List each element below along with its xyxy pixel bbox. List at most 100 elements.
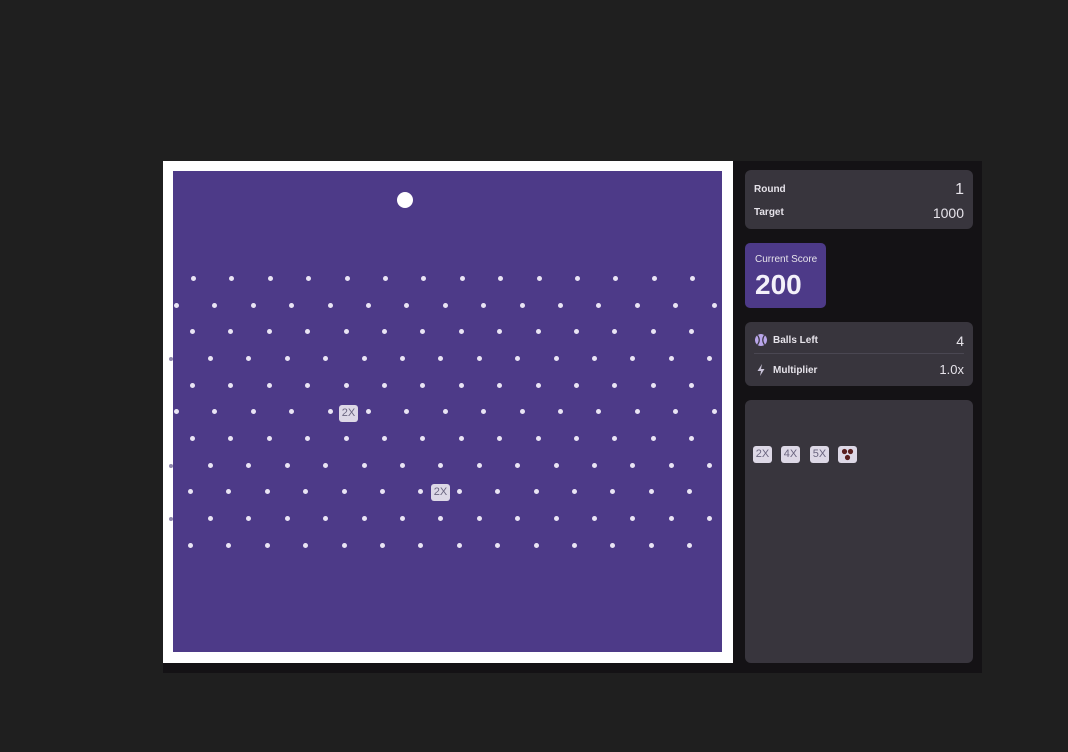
peg	[519, 303, 525, 308]
peg	[459, 276, 465, 281]
peg	[689, 329, 695, 334]
peg	[212, 409, 218, 414]
divider	[754, 353, 964, 354]
peg	[481, 303, 487, 308]
peg	[226, 543, 232, 548]
peg	[246, 356, 252, 361]
peg	[418, 543, 424, 548]
peg	[400, 516, 405, 521]
peg	[305, 436, 311, 441]
peg	[612, 436, 618, 441]
peg	[515, 516, 521, 521]
peg	[497, 436, 503, 441]
peg	[169, 357, 173, 361]
peg	[343, 436, 349, 441]
peg	[327, 409, 333, 414]
peg	[535, 436, 541, 441]
peg	[476, 463, 482, 468]
peg	[361, 463, 367, 468]
current-score-value: 200	[755, 269, 802, 300]
peg	[344, 276, 350, 281]
peg	[574, 436, 579, 441]
item-dice[interactable]	[838, 446, 857, 463]
peg	[250, 409, 256, 414]
peg	[650, 329, 656, 334]
peg	[404, 303, 410, 308]
peg	[366, 409, 371, 414]
peg	[689, 436, 695, 441]
peg	[650, 383, 656, 388]
ball[interactable]	[397, 192, 413, 208]
peg	[361, 516, 367, 521]
round-value: 1	[955, 181, 964, 198]
round-label: Round	[754, 184, 786, 195]
peg	[442, 409, 448, 414]
peg	[535, 383, 541, 388]
peg	[668, 516, 674, 521]
peg	[476, 356, 482, 361]
peg	[420, 329, 426, 334]
peg	[558, 409, 563, 414]
current-score-label: Current Score	[755, 254, 818, 265]
peg	[228, 383, 234, 388]
peg	[343, 329, 349, 334]
peg	[382, 383, 387, 388]
multiplier-label: Multiplier	[773, 365, 818, 376]
peg	[458, 436, 464, 441]
peg	[711, 303, 717, 308]
peg	[533, 543, 539, 548]
peg	[651, 276, 657, 281]
peg	[535, 329, 541, 334]
peg	[226, 489, 232, 494]
peg	[190, 329, 195, 334]
peg	[673, 409, 679, 414]
inventory-card: 2X 4X 5X	[745, 400, 973, 663]
peg	[515, 463, 521, 468]
peg	[303, 489, 309, 494]
peg	[188, 489, 193, 494]
peg	[228, 436, 234, 441]
peg	[495, 543, 501, 548]
peg	[229, 276, 235, 281]
peg	[634, 303, 640, 308]
peg	[174, 409, 179, 414]
peg	[519, 409, 525, 414]
peg	[610, 489, 616, 494]
target-label: Target	[754, 207, 784, 218]
peg	[289, 303, 295, 308]
plinko-board[interactable]: 2X 2X	[169, 171, 722, 652]
peg	[400, 356, 405, 361]
peg	[536, 276, 542, 281]
peg	[420, 436, 426, 441]
peg	[284, 516, 290, 521]
peg	[383, 276, 388, 281]
peg	[208, 356, 213, 361]
peg	[341, 543, 347, 548]
current-score-card: Current Score 200	[745, 243, 826, 308]
peg	[421, 276, 427, 281]
peg	[323, 463, 329, 468]
item-5x[interactable]: 5X	[810, 446, 829, 463]
peg	[323, 356, 329, 361]
balls-left-value: 4	[956, 333, 964, 349]
item-4x[interactable]: 4X	[781, 446, 800, 463]
peg	[458, 383, 464, 388]
peg	[707, 463, 713, 468]
peg	[264, 489, 270, 494]
peg	[612, 329, 618, 334]
peg	[284, 463, 290, 468]
peg	[264, 543, 270, 548]
peg	[228, 329, 234, 334]
peg	[169, 517, 173, 521]
peg	[323, 516, 329, 521]
peg	[250, 303, 256, 308]
peg	[574, 329, 579, 334]
peg	[558, 303, 563, 308]
item-2x[interactable]: 2X	[753, 446, 772, 463]
peg	[404, 409, 410, 414]
peg	[303, 543, 309, 548]
peg	[476, 516, 482, 521]
peg	[438, 356, 444, 361]
peg	[442, 303, 448, 308]
peg	[343, 383, 349, 388]
